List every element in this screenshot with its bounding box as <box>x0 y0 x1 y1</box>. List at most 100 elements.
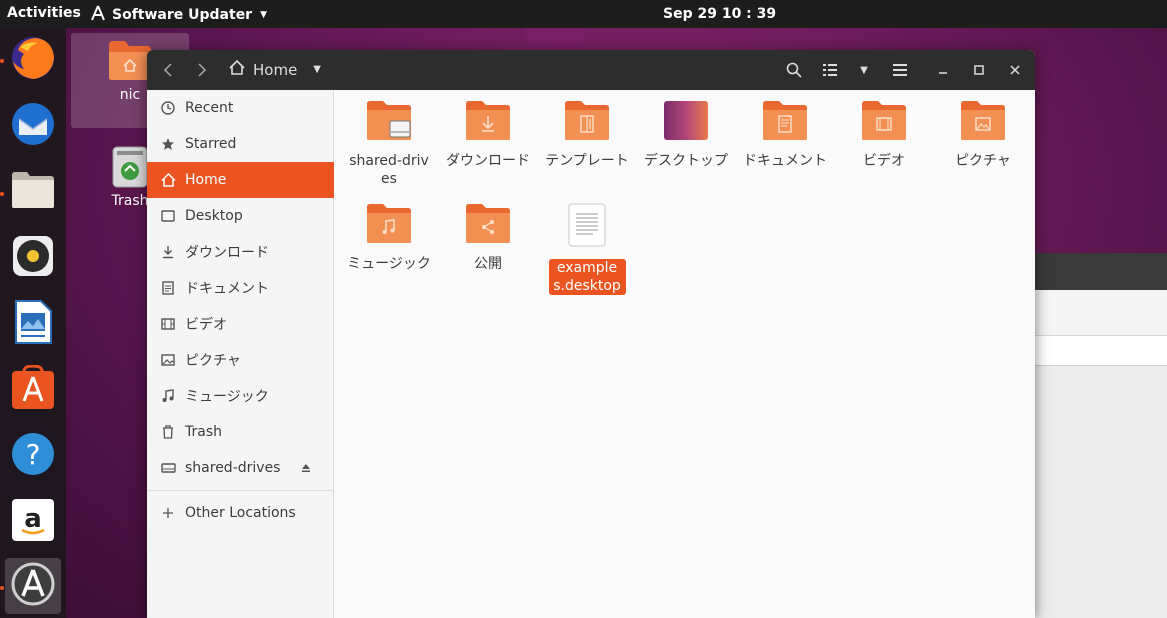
app-menu[interactable]: Software Updater ▼ <box>90 5 267 25</box>
file-item-shared-drives[interactable]: shared-drives <box>344 99 434 188</box>
svg-text:?: ? <box>26 438 41 471</box>
background-window[interactable] <box>1034 253 1167 618</box>
chevron-down-icon: ▼ <box>313 64 321 75</box>
sidebar-item-shared-drives[interactable]: shared-drives <box>147 450 334 486</box>
sidebar-item-label: ダウンロード <box>185 245 269 261</box>
chevron-down-icon: ▼ <box>260 10 268 20</box>
clock[interactable]: Sep 29 10 : 39 <box>663 6 776 22</box>
file-label: ダウンロード <box>446 153 530 169</box>
sidebar-item-label: Desktop <box>185 208 243 224</box>
file-item-downloads[interactable]: ダウンロード <box>443 99 533 170</box>
file-item-music[interactable]: ミュージック <box>344 202 434 273</box>
desktop-icon <box>159 207 177 225</box>
dock-rhythmbox[interactable] <box>5 230 61 286</box>
rhythmbox-icon <box>11 234 55 282</box>
dock: ? a <box>0 28 66 618</box>
search-button[interactable] <box>783 58 805 82</box>
music-folder-icon <box>365 202 413 249</box>
sidebar-item-desktop[interactable]: Desktop <box>147 198 334 234</box>
file-item-desktop[interactable]: デスクトップ <box>641 99 731 170</box>
file-label: ビデオ <box>863 153 905 169</box>
file-view[interactable]: shared-drives ダウンロード テンプレート デスクトップ ドキュメン… <box>335 90 1035 618</box>
documents-folder-icon <box>761 99 809 146</box>
app-menu-label: Software Updater <box>112 7 253 23</box>
file-label: 公開 <box>474 256 502 272</box>
sidebar-item-other-locations[interactable]: Other Locations <box>147 495 334 531</box>
sidebar-item-label: Starred <box>185 136 237 152</box>
dock-thunderbird[interactable] <box>5 98 61 154</box>
eject-icon[interactable] <box>301 461 311 477</box>
software-updater-icon <box>10 561 56 611</box>
sidebar-item-trash[interactable]: Trash <box>147 414 334 450</box>
minimize-button[interactable] <box>932 58 954 82</box>
view-list-button[interactable] <box>819 58 841 82</box>
firefox-icon <box>10 35 56 85</box>
running-indicator <box>0 192 4 196</box>
sidebar-item-pictures[interactable]: ピクチャ <box>147 342 334 378</box>
close-button[interactable] <box>1004 58 1026 82</box>
file-item-pictures[interactable]: ピクチャ <box>938 99 1028 170</box>
desktop-folder-icon <box>662 99 710 146</box>
dock-software-updater[interactable] <box>5 558 61 614</box>
file-item-public[interactable]: 公開 <box>443 202 533 273</box>
star-icon <box>159 135 177 153</box>
view-options-button[interactable]: ▼ <box>853 58 875 82</box>
file-item-documents[interactable]: ドキュメント <box>740 99 830 170</box>
maximize-icon <box>974 65 984 75</box>
desktop-icon-label: Trash <box>111 193 149 209</box>
sidebar-item-label: ビデオ <box>185 317 227 333</box>
sidebar-item-recent[interactable]: Recent <box>147 90 334 126</box>
file-label: デスクトップ <box>644 153 728 169</box>
templates-folder-icon <box>563 99 611 146</box>
clock-icon <box>159 99 177 117</box>
path-label: Home <box>253 60 298 79</box>
file-label: shared-drives <box>349 153 429 187</box>
public-folder-icon <box>464 202 512 249</box>
running-indicator <box>0 586 4 590</box>
chevron-right-icon <box>198 63 207 77</box>
list-view-icon <box>823 64 837 76</box>
file-label: ピクチャ <box>955 153 1011 169</box>
dock-files[interactable] <box>5 164 61 220</box>
maximize-button[interactable] <box>968 58 990 82</box>
files-icon <box>10 170 56 214</box>
download-folder-icon <box>464 99 512 146</box>
dock-writer[interactable] <box>5 296 61 352</box>
pictures-folder-icon <box>959 99 1007 146</box>
svg-text:a: a <box>24 504 42 534</box>
sidebar-item-label: ミュージック <box>185 389 269 405</box>
dock-help[interactable]: ? <box>5 428 61 484</box>
activities-button[interactable]: Activities <box>7 5 81 21</box>
sidebar-item-starred[interactable]: Starred <box>147 126 334 162</box>
sidebar-item-downloads[interactable]: ダウンロード <box>147 234 334 270</box>
close-icon <box>1010 65 1020 75</box>
dock-ubuntu-software[interactable] <box>5 362 61 418</box>
path-bar-home[interactable]: Home ▼ <box>229 59 321 79</box>
download-icon <box>159 243 177 261</box>
dock-firefox[interactable] <box>5 32 61 88</box>
sidebar-item-music[interactable]: ミュージック <box>147 378 334 414</box>
drive-icon <box>159 459 177 477</box>
back-button[interactable] <box>157 58 179 82</box>
help-icon: ? <box>10 431 56 481</box>
sidebar: Recent Starred Home Desktop ダウンロード ドキュメン… <box>147 90 334 618</box>
sidebar-item-label: ピクチャ <box>185 353 241 369</box>
file-item-videos[interactable]: ビデオ <box>839 99 929 170</box>
dock-amazon[interactable]: a <box>5 494 61 550</box>
forward-button[interactable] <box>191 58 213 82</box>
video-icon <box>159 315 177 333</box>
menu-button[interactable] <box>889 58 911 82</box>
file-item-examples-desktop[interactable]: examples.desktop <box>542 202 632 295</box>
chevron-left-icon <box>163 63 172 77</box>
picture-icon <box>159 351 177 369</box>
file-label: examples.desktop <box>548 259 626 295</box>
text-file-icon <box>567 202 607 253</box>
minimize-icon <box>939 72 947 74</box>
sidebar-item-documents[interactable]: ドキュメント <box>147 270 334 306</box>
header-bar: Home ▼ ▼ <box>147 50 1035 90</box>
amazon-icon: a <box>11 498 55 546</box>
file-item-templates[interactable]: テンプレート <box>542 99 632 170</box>
sidebar-item-videos[interactable]: ビデオ <box>147 306 334 342</box>
sidebar-item-home[interactable]: Home <box>147 162 334 198</box>
music-icon <box>159 387 177 405</box>
